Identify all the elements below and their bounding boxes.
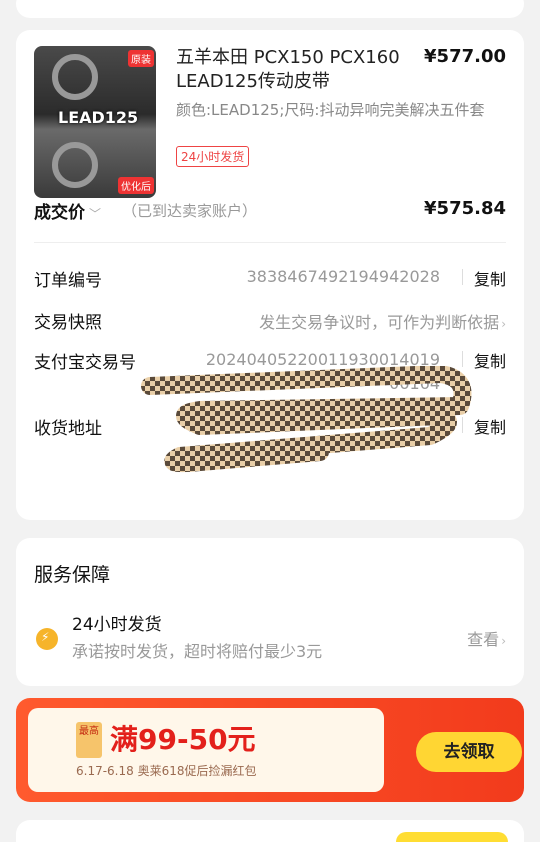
promo-banner[interactable]: 最高 满99-50元 6.17-6.18 奥莱618促后捡漏红包 去领取 (16, 698, 524, 802)
product-spec: 颜色:LEAD125;尺码:抖动异响完美解决五件套 (176, 101, 485, 119)
snapshot-link[interactable]: 发生交易争议时，可作为判断依据 › (259, 309, 506, 333)
chevron-right-icon: › (501, 634, 506, 648)
image-tag-optimized: 优化后 (118, 177, 154, 194)
copy-order-number-button[interactable]: 复制 (461, 266, 506, 290)
product-image-wheel-bottom (52, 142, 98, 188)
promo-title: 满99-50元 (110, 723, 256, 756)
claim-coupon-button[interactable]: 去领取 (416, 732, 522, 772)
order-number-value: 3838467492194942028 (246, 267, 440, 286)
chevron-down-icon: ﹀ (89, 207, 102, 221)
deal-note: （已到达卖家账户） (122, 202, 258, 220)
snapshot-value: 发生交易争议时，可作为判断依据 (259, 313, 500, 332)
address-label: 收货地址 (34, 419, 102, 439)
snapshot-label: 交易快照 (34, 313, 102, 333)
image-tag-original: 原装 (128, 50, 154, 67)
order-number-label: 订单编号 (34, 271, 102, 291)
image-tag-model: LEAD125 (58, 108, 139, 127)
deal-price-label[interactable]: 成交价 ﹀ (34, 198, 101, 223)
divider (34, 242, 506, 243)
service-view-link[interactable]: 查看 › (467, 626, 506, 650)
bottom-action-button[interactable] (396, 832, 508, 842)
deal-label-text: 成交价 (34, 203, 85, 223)
service-title: 服务保障 (34, 564, 111, 586)
product-image[interactable]: 原装 LEAD125 优化后 (34, 46, 156, 198)
service-guarantee-card: 服务保障 24小时发货 承诺按时发货，超时将赔付最少3元 查看› (16, 538, 524, 686)
product-price: ¥577.00 (424, 46, 506, 67)
lightning-icon (36, 628, 58, 650)
product-title[interactable]: 五羊本田 PCX150 PCX160 LEAD125传动皮带 (176, 46, 426, 94)
next-card-strip (16, 820, 524, 842)
service-item-desc: 承诺按时发货，超时将赔付最少3元 (72, 642, 323, 661)
service-view-text: 查看 (467, 630, 500, 649)
chevron-right-icon: › (501, 317, 506, 331)
alipay-number-label: 支付宝交易号 (34, 353, 136, 373)
product-image-wheel-top (52, 54, 98, 100)
promo-subtitle: 6.17-6.18 奥莱618促后捡漏红包 (76, 764, 257, 778)
previous-card-strip (16, 0, 524, 18)
service-item-name: 24小时发货 (72, 615, 162, 635)
deal-price: ¥575.84 (424, 198, 506, 219)
shipping-badge: 24小时发货 (176, 146, 250, 167)
promo-badge: 最高 (76, 722, 102, 758)
address-redaction-mask (141, 366, 472, 473)
